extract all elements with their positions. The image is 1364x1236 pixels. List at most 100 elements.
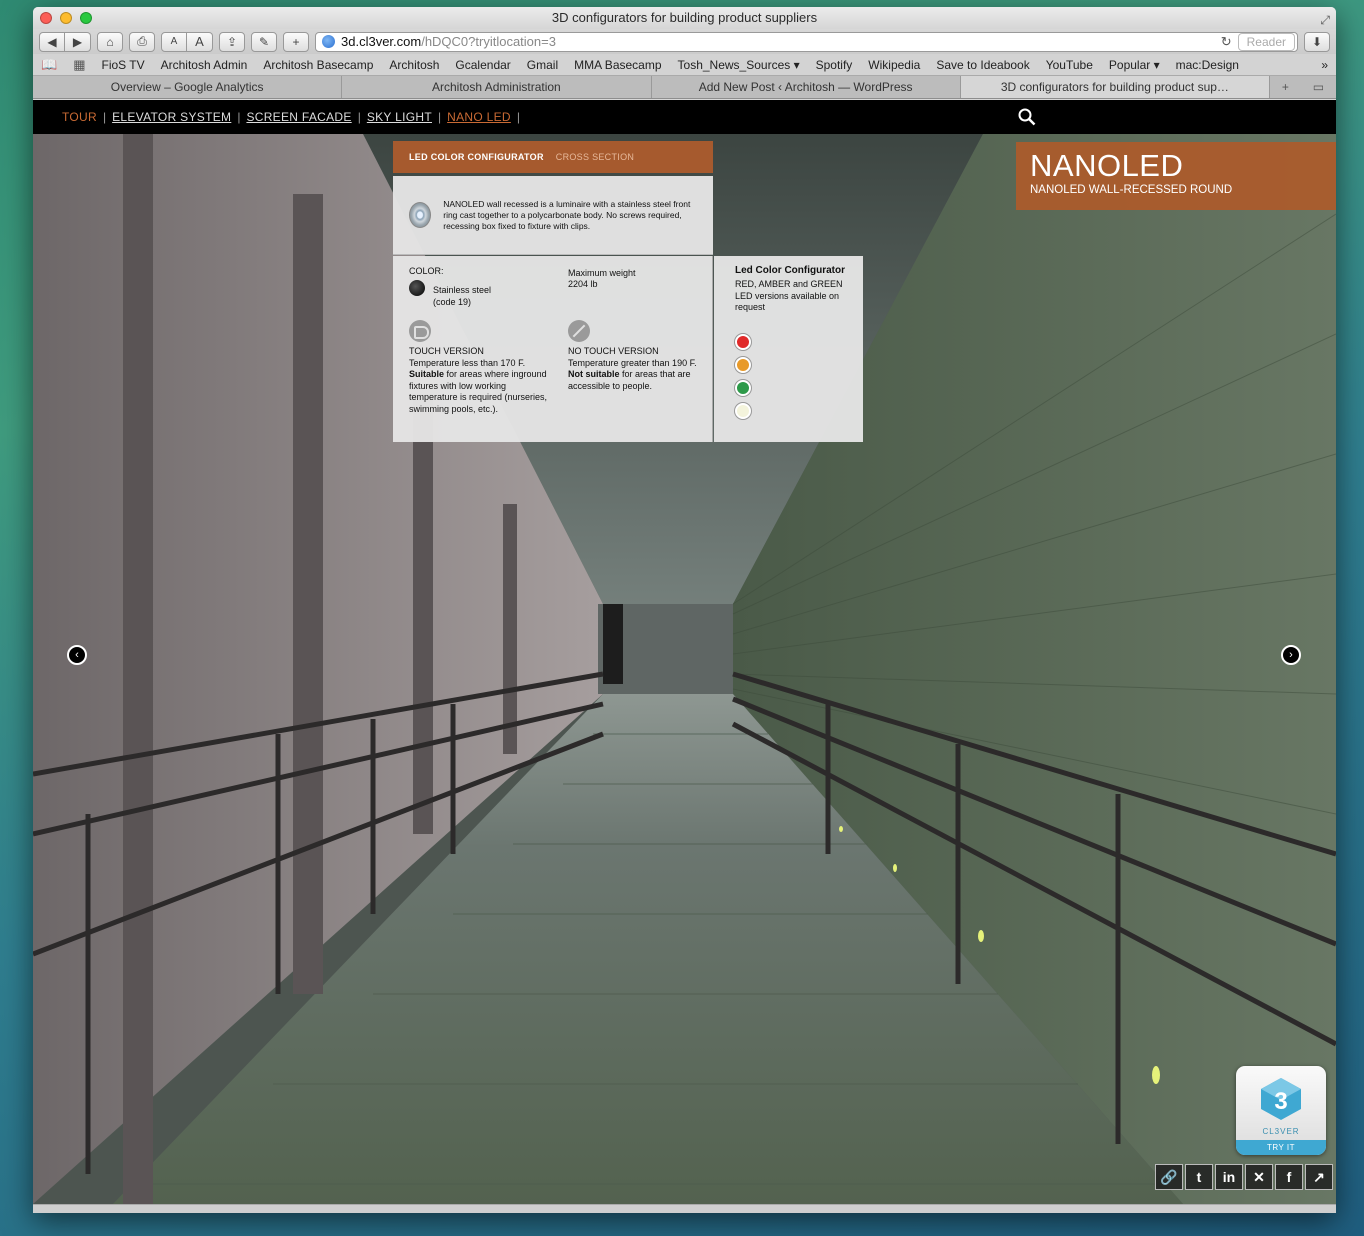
bookmark-item[interactable]: FioS TV xyxy=(101,58,144,72)
titlebar: 3D configurators for building product su… xyxy=(33,7,1336,29)
nav-separator: | xyxy=(438,110,442,124)
next-view-button[interactable]: › xyxy=(1281,645,1301,665)
touch-title: TOUCH VERSION xyxy=(409,346,484,356)
text-smaller-button[interactable]: A xyxy=(161,31,187,52)
external-icon[interactable]: ↗ xyxy=(1305,1164,1333,1190)
twitter-icon[interactable]: t xyxy=(1185,1164,1213,1190)
description-text: NANOLED wall recessed is a luminaire wit… xyxy=(443,198,691,231)
url-path: /hDQC0?tryitlocation=3 xyxy=(421,34,556,49)
linkedin-icon[interactable]: in xyxy=(1215,1164,1243,1190)
bookmark-item[interactable]: Save to Ideabook xyxy=(936,58,1029,72)
notouch-desc: Not suitable for areas that are accessib… xyxy=(568,369,706,392)
led-amber-option[interactable] xyxy=(735,356,751,373)
more-bookmarks-icon[interactable]: » xyxy=(1321,58,1328,72)
cl3ver-logo-icon: 3 xyxy=(1261,1078,1301,1120)
add-bookmark-button[interactable]: + xyxy=(283,31,309,52)
reload-icon[interactable]: ↻ xyxy=(1221,34,1232,50)
web-page: TOUR | ELEVATOR SYSTEM | SCREEN FACADE |… xyxy=(33,100,1336,1213)
nav-elevator-system[interactable]: ELEVATOR SYSTEM xyxy=(112,110,231,124)
print-icon[interactable]: ⎙ xyxy=(129,31,155,52)
bookmark-item[interactable]: Architosh Basecamp xyxy=(263,58,373,72)
tab-tools: + ▭ xyxy=(1270,76,1336,98)
forward-button[interactable]: ▶ xyxy=(65,31,91,52)
tab-analytics[interactable]: Overview – Google Analytics xyxy=(33,76,343,98)
bookmark-item[interactable]: Popular ▾ xyxy=(1109,58,1160,72)
led-red-option[interactable] xyxy=(735,333,751,350)
new-tab-icon[interactable]: + xyxy=(1282,80,1289,94)
tab-bar: Overview – Google Analytics Architosh Ad… xyxy=(33,76,1336,99)
notouch-version: NO TOUCH VERSION Temperature greater tha… xyxy=(568,346,706,392)
bookmark-item[interactable]: Gmail xyxy=(527,58,558,72)
bookmark-item[interactable]: Tosh_News_Sources ▾ xyxy=(678,58,800,72)
color-swatch xyxy=(409,280,425,296)
home-icon[interactable]: ⌂ xyxy=(97,31,123,52)
tab-cross-section[interactable]: CROSS SECTION xyxy=(556,152,634,162)
share-icon[interactable]: ⇪ xyxy=(219,31,245,52)
window-controls xyxy=(40,12,92,24)
window-title: 3D configurators for building product su… xyxy=(551,10,818,25)
nav-separator: | xyxy=(357,110,361,124)
globe-icon xyxy=(322,35,335,48)
previous-view-button[interactable]: ‹ xyxy=(67,645,87,665)
tab-new-post[interactable]: Add New Post ‹ Architosh — WordPress xyxy=(652,76,961,98)
try-it-button[interactable]: TRY IT xyxy=(1236,1140,1326,1155)
tab-led-color-configurator[interactable]: LED COLOR CONFIGURATOR xyxy=(409,152,544,162)
link-icon[interactable]: 🔗 xyxy=(1155,1164,1183,1190)
xing-icon[interactable]: ✕ xyxy=(1245,1164,1273,1190)
bookmark-item[interactable]: Architosh Admin xyxy=(161,58,248,72)
configurator-text: RED, AMBER and GREEN LED versions availa… xyxy=(735,279,843,312)
facebook-icon[interactable]: f xyxy=(1275,1164,1303,1190)
nav-tour[interactable]: TOUR xyxy=(62,110,97,124)
product-name: NANOLED xyxy=(1030,148,1184,183)
no-touch-icon xyxy=(568,320,590,342)
minimize-window-button[interactable] xyxy=(60,12,72,24)
fullscreen-icon[interactable]: ⤢ xyxy=(1320,9,1330,31)
bookmark-item[interactable]: Spotify xyxy=(816,58,853,72)
search-icon[interactable] xyxy=(1018,108,1036,126)
top-sites-icon[interactable]: ▦ xyxy=(73,57,85,73)
color-label: COLOR: xyxy=(409,266,444,276)
touch-temp: Temperature less than 170 F. xyxy=(409,357,526,368)
nav-sky-light[interactable]: SKY LIGHT xyxy=(367,110,432,124)
nav-nano-led[interactable]: NANO LED xyxy=(447,110,511,124)
nav-separator: | xyxy=(516,110,520,124)
tab-configurators[interactable]: 3D configurators for building product su… xyxy=(960,76,1270,98)
history-buttons: ◀ ▶ xyxy=(39,31,91,52)
bookmark-item[interactable]: MMA Basecamp xyxy=(574,58,661,72)
svg-text:3: 3 xyxy=(1274,1088,1287,1115)
bookmark-item[interactable]: YouTube xyxy=(1046,58,1093,72)
nanoled-thumbnail xyxy=(409,202,432,228)
reader-button[interactable]: Reader xyxy=(1237,32,1295,51)
touch-version: TOUCH VERSION Temperature less than 170 … xyxy=(409,346,554,415)
zoom-window-button[interactable] xyxy=(80,12,92,24)
cl3ver-badge[interactable]: 3 CL3VER TRY IT xyxy=(1236,1066,1326,1155)
bookmark-item[interactable]: Gcalendar xyxy=(455,58,510,72)
notouch-not-suitable: Not suitable xyxy=(568,369,620,379)
led-white-option[interactable] xyxy=(735,402,751,419)
share-buttons: 🔗 t in ✕ f ↗ xyxy=(1155,1164,1333,1190)
text-larger-button[interactable]: A xyxy=(187,31,213,52)
product-specs: COLOR: Stainless steel (code 19) Maximum… xyxy=(393,256,713,442)
notes-icon[interactable]: ✎ xyxy=(251,31,277,52)
horizontal-scrollbar[interactable] xyxy=(33,1204,1336,1213)
nav-screen-facade[interactable]: SCREEN FACADE xyxy=(246,110,351,124)
address-bar[interactable]: 3d.cl3ver.com/hDQC0?tryitlocation=3 ↻ Re… xyxy=(315,31,1298,52)
close-window-button[interactable] xyxy=(40,12,52,24)
touch-desc: Suitable for areas where inground fixtur… xyxy=(409,369,554,415)
led-green-option[interactable] xyxy=(735,379,751,396)
toolbar: ◀ ▶ ⌂ ⎙ A A ⇪ ✎ + 3d.cl3ver.com/hDQC0?tr… xyxy=(33,29,1336,54)
url-host: 3d.cl3ver.com xyxy=(341,34,422,49)
tab-overview-icon[interactable]: ▭ xyxy=(1313,80,1324,94)
touch-hand-icon xyxy=(409,320,431,342)
reading-list-icon[interactable]: 📖 xyxy=(41,57,57,73)
site-nav: TOUR | ELEVATOR SYSTEM | SCREEN FACADE |… xyxy=(33,100,1336,134)
downloads-icon[interactable]: ⬇ xyxy=(1304,31,1330,52)
tab-architosh-admin[interactable]: Architosh Administration xyxy=(342,76,652,98)
back-button[interactable]: ◀ xyxy=(39,31,65,52)
max-weight-label: Maximum weight xyxy=(568,268,636,278)
bookmark-item[interactable]: Wikipedia xyxy=(868,58,920,72)
bookmark-item[interactable]: Architosh xyxy=(389,58,439,72)
bookmark-item[interactable]: mac:Design xyxy=(1176,58,1239,72)
product-subtitle: NANOLED WALL-RECESSED ROUND xyxy=(1030,184,1233,196)
notouch-temp: Temperature greater than 190 F. xyxy=(568,357,697,368)
